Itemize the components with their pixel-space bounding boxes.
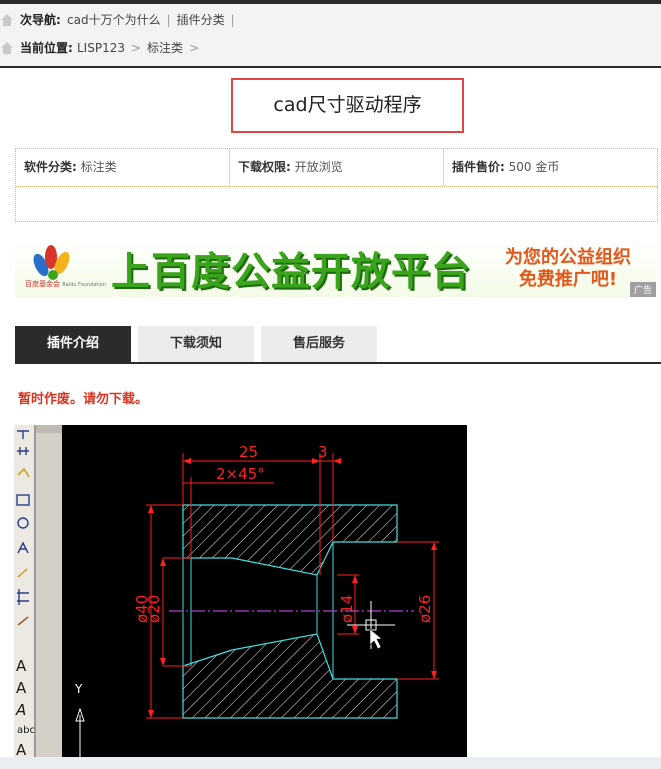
dia-26-text: ø26	[416, 595, 434, 623]
ad-label: 广告	[629, 282, 656, 297]
banner-slogan: 上百度公益开放平台	[111, 250, 472, 295]
home-icon	[1, 42, 13, 54]
cad-screenshot: A A A abc A 25 3 2×45° ø40 ø20 ø14 ø26 Y	[14, 425, 467, 760]
chamfer-text: 2×45°	[216, 465, 265, 483]
location-link-lisp123[interactable]: LISP123	[77, 41, 125, 55]
permission-value: 开放浏览	[294, 160, 343, 174]
sub-nav-label: 次导航: cad十万个为什么 | 插件分类 |	[20, 13, 235, 27]
ucs-y-label: Y	[74, 682, 83, 696]
tab-download-notes[interactable]: 下载须知	[138, 326, 254, 362]
header-divider	[0, 66, 661, 68]
dia-20-text: ø20	[145, 595, 163, 623]
banner-side-text: 为您的公益组织 免费推广吧!	[505, 247, 631, 290]
dim-25-text: 25	[239, 443, 258, 461]
category-value: 标注类	[80, 160, 117, 174]
page-title: cad尺寸驱动程序	[231, 78, 464, 133]
ad-banner[interactable]: 百度基金会 Baidu Foundation 上百度公益开放平台 为您的公益组织…	[15, 237, 656, 297]
dia-14-text: ø14	[338, 595, 356, 623]
dim-3-text: 3	[318, 443, 328, 461]
price-value: 500 金币	[508, 160, 560, 174]
sub-nav-link-plugin-category[interactable]: 插件分类	[177, 13, 225, 27]
svg-text:A: A	[15, 701, 26, 719]
info-price: 插件售价: 500 金币	[444, 149, 657, 186]
svg-text:A: A	[16, 679, 27, 697]
location-link-annotation[interactable]: 标注类	[147, 41, 183, 55]
info-category: 软件分类: 标注类	[16, 149, 230, 186]
tab-plugin-intro[interactable]: 插件介绍	[15, 326, 131, 362]
price-label: 插件售价:	[452, 160, 505, 174]
info-permission: 下载权限: 开放浏览	[230, 149, 444, 186]
plugin-info-table: 软件分类: 标注类 下载权限: 开放浏览 插件售价: 500 金币	[15, 148, 658, 222]
bottom-bar	[0, 757, 661, 769]
location-label: 当前位置: LISP123 > 标注类 >	[20, 41, 200, 55]
tab-after-sales[interactable]: 售后服务	[261, 326, 377, 362]
permission-label: 下载权限:	[238, 160, 291, 174]
content-tabs: 插件介绍 下载须知 售后服务	[15, 326, 661, 364]
svg-text:abc: abc	[17, 725, 35, 736]
deprecated-notice: 暂时作废。请勿下载。	[18, 392, 149, 407]
sub-nav-link-why[interactable]: cad十万个为什么	[67, 13, 161, 27]
home-icon	[1, 14, 13, 26]
breadcrumb-area: 次导航: cad十万个为什么 | 插件分类 | 当前位置: LISP123 > 标注类 >	[0, 4, 661, 66]
banner-logo-text: 百度基金会 Baidu Foundation	[25, 280, 106, 288]
baidu-foundation-logo-icon	[33, 245, 70, 280]
category-label: 软件分类:	[24, 160, 77, 174]
info-row: 软件分类: 标注类 下载权限: 开放浏览 插件售价: 500 金币	[16, 149, 657, 187]
svg-text:A: A	[16, 657, 27, 675]
